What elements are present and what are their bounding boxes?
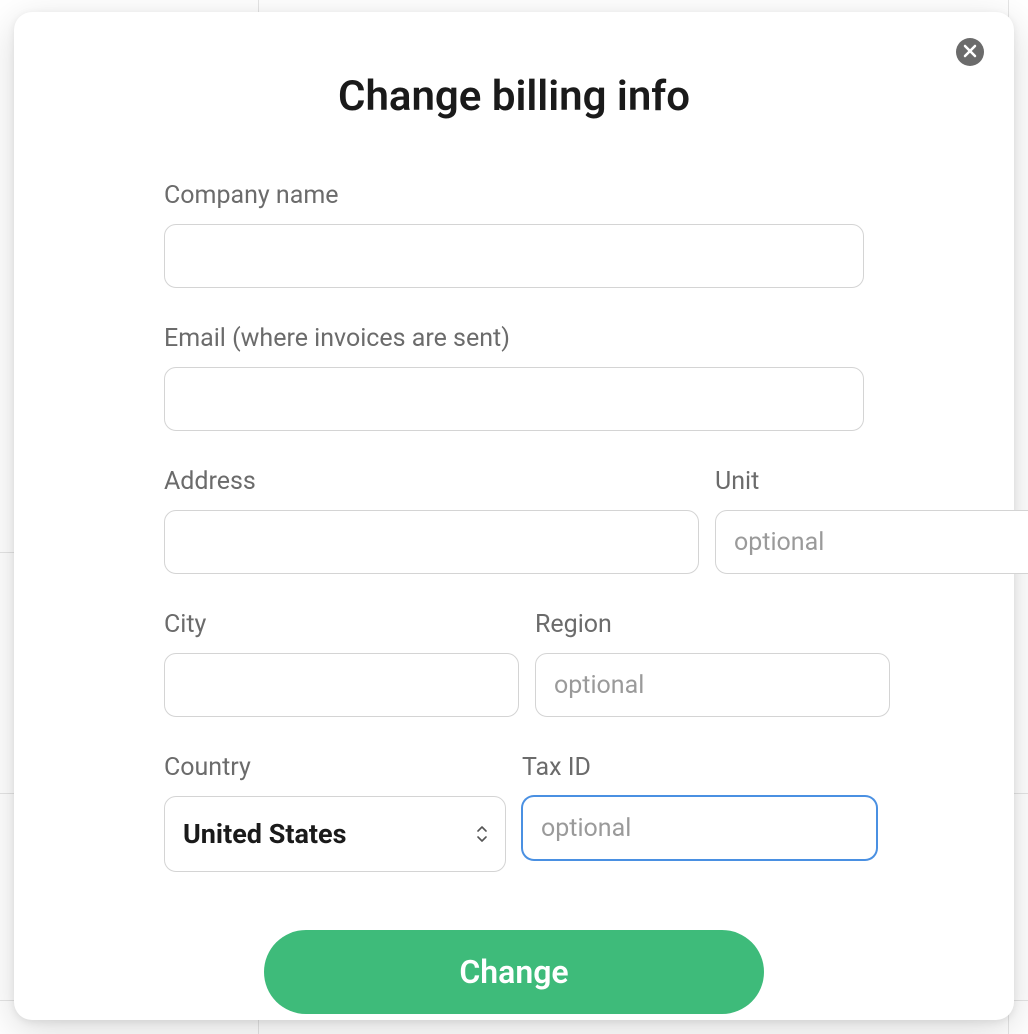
taxid-input[interactable] [522, 796, 877, 860]
email-label: Email (where invoices are sent) [164, 324, 864, 353]
unit-input[interactable] [715, 510, 1028, 574]
region-input[interactable] [535, 653, 890, 717]
taxid-label: Tax ID [522, 753, 877, 782]
unit-group: Unit [715, 467, 1028, 574]
close-button[interactable] [956, 38, 984, 66]
close-icon [963, 44, 977, 61]
address-input[interactable] [164, 510, 699, 574]
company-group: Company name [164, 181, 864, 288]
country-group: Country United States [164, 753, 506, 872]
unit-label: Unit [715, 467, 1028, 496]
modal-title: Change billing info [164, 72, 864, 121]
country-select-wrap: United States [164, 796, 506, 872]
address-label: Address [164, 467, 699, 496]
region-label: Region [535, 610, 890, 639]
country-select[interactable]: United States [164, 796, 506, 872]
city-label: City [164, 610, 519, 639]
billing-info-modal: Change billing info Company name Email (… [14, 12, 1014, 1020]
email-input[interactable] [164, 367, 864, 431]
company-input[interactable] [164, 224, 864, 288]
city-input[interactable] [164, 653, 519, 717]
country-label: Country [164, 753, 506, 782]
city-group: City [164, 610, 519, 717]
taxid-group: Tax ID [522, 753, 877, 872]
region-group: Region [535, 610, 890, 717]
address-group: Address [164, 467, 699, 574]
submit-row: Change [164, 930, 864, 1014]
email-group: Email (where invoices are sent) [164, 324, 864, 431]
change-button[interactable]: Change [264, 930, 764, 1014]
company-label: Company name [164, 181, 864, 210]
